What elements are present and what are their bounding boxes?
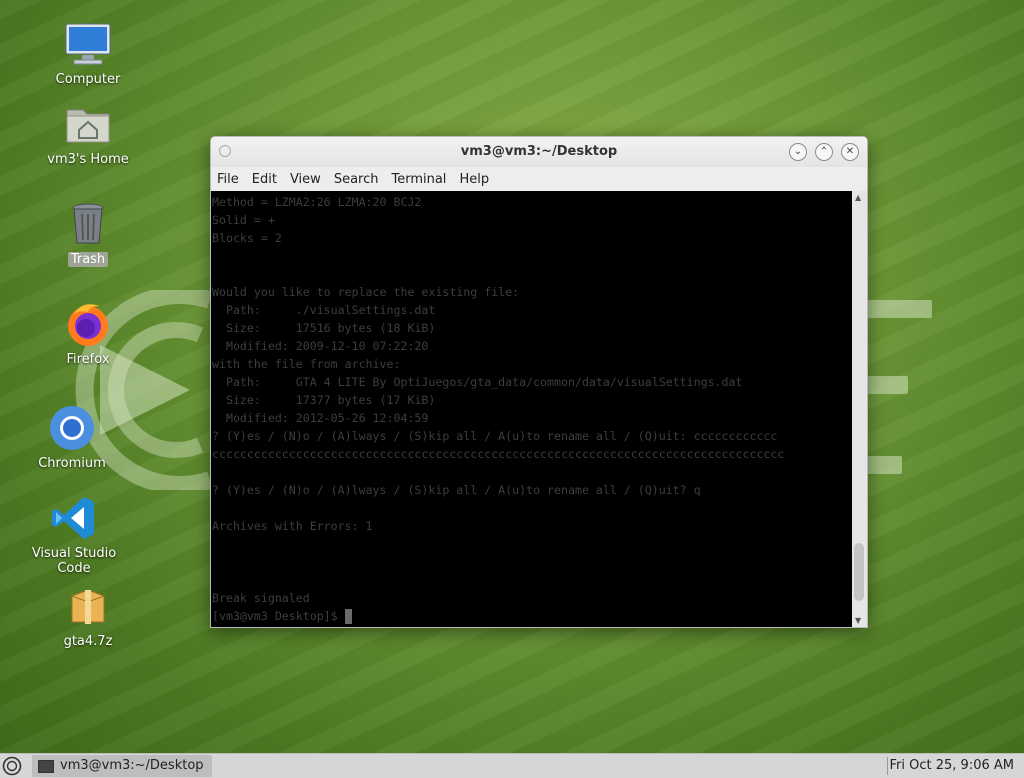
computer-icon <box>64 20 112 68</box>
terminal-icon <box>38 760 54 773</box>
maximize-button[interactable]: ⌃ <box>815 143 833 161</box>
desktop-icon-label: vm3's Home <box>47 152 129 167</box>
minimize-button[interactable]: ⌄ <box>789 143 807 161</box>
terminal-lines: Method = LZMA2:26 LZMA:20 BCJ2 Solid = +… <box>212 195 785 605</box>
desktop-icon-home[interactable]: vm3's Home <box>28 100 148 167</box>
scroll-down-arrow-icon[interactable]: ▼ <box>855 616 861 625</box>
title-bar[interactable]: vm3@vm3:~/Desktop ⌄ ⌃ ✕ <box>211 137 867 167</box>
desktop-icon-computer[interactable]: Computer <box>28 20 148 87</box>
terminal-output: Method = LZMA2:26 LZMA:20 BCJ2 Solid = +… <box>211 191 852 627</box>
window-title: vm3@vm3:~/Desktop <box>460 144 618 159</box>
desktop-icon-chromium[interactable]: Chromium <box>12 404 132 471</box>
menu-edit[interactable]: Edit <box>252 172 277 187</box>
scrollbar[interactable]: ▲ ▼ <box>852 191 867 627</box>
desktop-icon-trash[interactable]: Trash <box>28 200 148 267</box>
scrollbar-thumb[interactable] <box>854 543 864 601</box>
menu-terminal[interactable]: Terminal <box>391 172 446 187</box>
desktop-icon-label: Trash <box>67 252 109 267</box>
menu-help[interactable]: Help <box>459 172 489 187</box>
terminal-area[interactable]: Method = LZMA2:26 LZMA:20 BCJ2 Solid = +… <box>211 191 852 627</box>
taskbar-item-terminal[interactable]: vm3@vm3:~/Desktop <box>32 755 212 777</box>
clock[interactable]: Fri Oct 25, 9:06 AM <box>890 758 1014 773</box>
taskbar-separator <box>887 757 888 775</box>
home-folder-icon <box>64 100 112 148</box>
wallpaper-bar <box>866 456 902 474</box>
desktop-icon-label: Computer <box>55 72 121 87</box>
taskbar: vm3@vm3:~/Desktop Fri Oct 25, 9:06 AM <box>0 753 1024 778</box>
close-button[interactable]: ✕ <box>841 143 859 161</box>
menu-view[interactable]: View <box>290 172 321 187</box>
terminal-window[interactable]: vm3@vm3:~/Desktop ⌄ ⌃ ✕ File Edit View S… <box>210 136 868 628</box>
text-cursor <box>344 609 352 624</box>
menu-file[interactable]: File <box>217 172 239 187</box>
mint-menu-icon[interactable] <box>2 756 22 776</box>
scroll-up-arrow-icon[interactable]: ▲ <box>855 193 861 202</box>
menu-bar: File Edit View Search Terminal Help <box>211 167 867 191</box>
firefox-icon <box>64 300 112 348</box>
desktop-icon-vscode[interactable]: Visual Studio Code <box>14 494 134 576</box>
taskbar-item-label: vm3@vm3:~/Desktop <box>60 758 204 773</box>
chromium-icon <box>48 404 96 452</box>
desktop-icon-label: Chromium <box>38 456 106 471</box>
desktop-icon-gta4-archive[interactable]: gta4.7z <box>28 582 148 649</box>
desktop-icon-label: Visual Studio Code <box>31 546 117 576</box>
wallpaper-bar <box>866 300 932 318</box>
menu-search[interactable]: Search <box>334 172 379 187</box>
trash-icon <box>64 200 112 248</box>
desktop-icon-label: gta4.7z <box>63 634 113 649</box>
shell-prompt: [vm3@vm3 Desktop]$ <box>212 609 345 623</box>
desktop-icon-firefox[interactable]: Firefox <box>28 300 148 367</box>
wallpaper-bar <box>866 376 908 394</box>
vscode-icon <box>50 494 98 542</box>
archive-icon <box>64 582 112 630</box>
desktop-icon-label: Firefox <box>66 352 110 367</box>
